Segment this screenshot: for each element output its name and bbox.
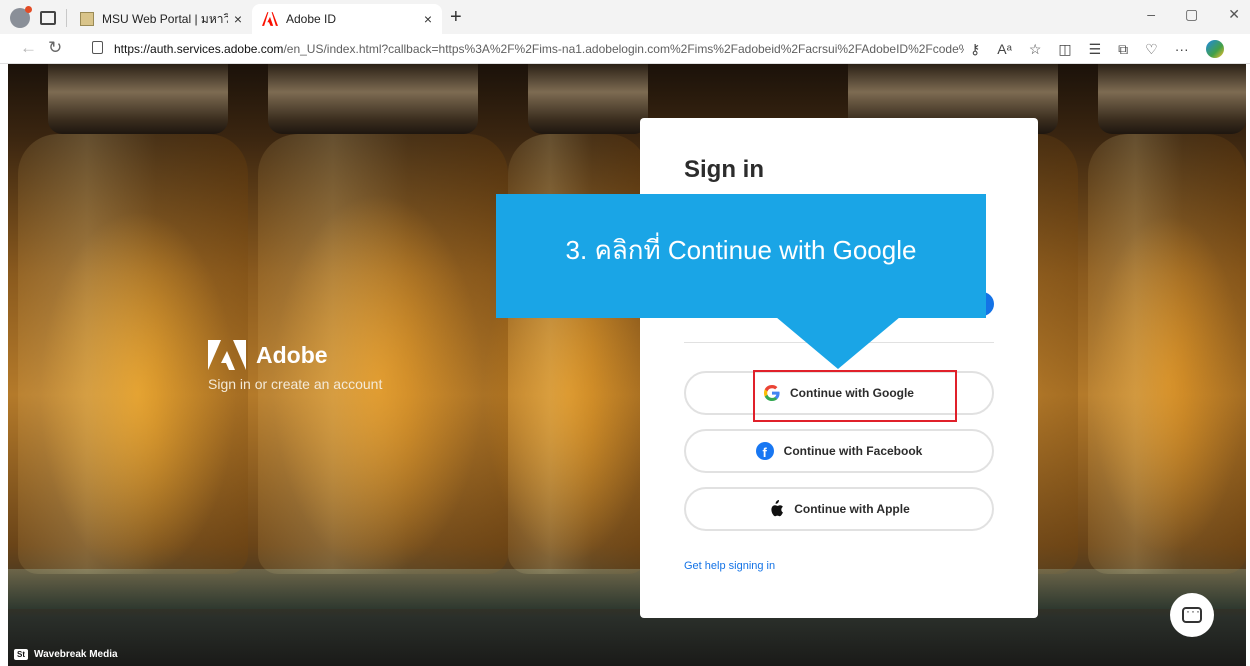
lock-icon[interactable] — [92, 41, 103, 54]
facebook-icon: f — [755, 442, 774, 460]
tab-title: MSU Web Portal | มหาวิทยาลัยมหา — [102, 11, 228, 26]
back-icon[interactable]: ← — [20, 38, 37, 58]
favorites-icon[interactable]: ☰ — [1089, 41, 1102, 58]
read-aloud-icon[interactable]: A͏ᵃ — [997, 41, 1012, 57]
apple-icon — [771, 500, 784, 517]
more-options-icon[interactable]: ··· — [1175, 41, 1189, 57]
adobe-signin-page: Adobe Sign in or create an account St Wa… — [8, 64, 1246, 666]
close-window-button[interactable]: ✕ — [1228, 6, 1240, 23]
tab-actions-icon[interactable] — [40, 11, 56, 25]
profile-avatar[interactable] — [10, 6, 32, 28]
tab-adobe-id[interactable]: Adobe ID × — [252, 4, 442, 34]
facebook-button-label: Continue with Facebook — [783, 444, 923, 458]
callout-text: 3. คลิกที่ Continue with Google — [565, 235, 917, 265]
tutorial-callout: 3. คลิกที่ Continue with Google — [496, 194, 986, 318]
favorite-star-icon[interactable]: ☆ — [1029, 41, 1042, 58]
glass-shelf — [8, 569, 1246, 609]
brand-row: Adobe — [208, 340, 382, 370]
continue-with-apple-button[interactable]: Continue with Apple — [684, 487, 994, 531]
stock-badge: St — [14, 649, 28, 660]
key-icon[interactable]: ⚷ — [970, 41, 980, 58]
tab-separator — [66, 9, 67, 27]
continue-with-facebook-button[interactable]: f Continue with Facebook — [684, 429, 994, 473]
tab-bar-left — [10, 6, 67, 28]
url-path: /en_US/index.html?callback=https%3A%2F%2… — [283, 42, 964, 56]
signin-title: Sign in — [684, 156, 764, 183]
new-tab-button[interactable]: + — [450, 6, 462, 29]
jar-lid — [268, 64, 478, 134]
collections-icon[interactable]: ⧉ — [1118, 41, 1128, 58]
jar-lid — [1098, 64, 1246, 134]
jar-lid — [48, 64, 228, 134]
copilot-icon[interactable] — [1205, 40, 1224, 58]
url-field[interactable]: https://auth.services.adobe.com/en_US/in… — [114, 42, 964, 56]
adobe-branding: Adobe Sign in or create an account — [208, 340, 382, 392]
tab-close-icon[interactable]: × — [424, 11, 432, 27]
reload-icon[interactable]: ↻ — [48, 38, 62, 58]
browser-tab-bar: MSU Web Portal | มหาวิทยาลัยมหา × Adobe … — [0, 0, 1250, 34]
screen: MSU Web Portal | มหาวิทยาลัยมหา × Adobe … — [0, 0, 1250, 666]
url-host: https://auth.services.adobe.com — [114, 42, 284, 56]
jar-lid — [528, 64, 648, 134]
apple-button-label: Continue with Apple — [794, 502, 910, 516]
adobe-logo-icon — [208, 340, 246, 370]
window-controls: – ▢ ✕ — [1147, 6, 1240, 23]
get-help-link[interactable]: Get help signing in — [684, 560, 775, 572]
msu-favicon-icon — [80, 12, 94, 26]
google-button-highlight — [753, 370, 957, 422]
tab-close-icon[interactable]: × — [234, 11, 242, 27]
extensions-icon[interactable]: ♡ — [1145, 41, 1158, 58]
tab-title: Adobe ID — [286, 12, 337, 26]
photo-credit-text: Wavebreak Media — [34, 649, 118, 660]
brand-name: Adobe — [256, 341, 328, 368]
adobe-favicon-icon — [262, 12, 278, 26]
address-bar-row: ← ↻ https://auth.services.adobe.com/en_U… — [0, 34, 1250, 64]
chat-support-button[interactable] — [1170, 593, 1214, 637]
callout-pointer — [776, 317, 900, 369]
split-screen-icon[interactable]: ◫ — [1058, 41, 1071, 58]
honey-jar — [1088, 134, 1246, 574]
tab-msu-portal[interactable]: MSU Web Portal | มหาวิทยาลัยมหา × — [70, 4, 252, 34]
chat-icon — [1182, 604, 1202, 623]
address-bar-icons: ⚷ A͏ᵃ ☆ ◫ ☰ ⧉ ♡ ··· — [970, 40, 1224, 58]
brand-tagline: Sign in or create an account — [208, 376, 383, 392]
minimize-button[interactable]: – — [1147, 6, 1155, 23]
photo-credit: St Wavebreak Media — [14, 649, 118, 660]
restore-button[interactable]: ▢ — [1185, 6, 1198, 23]
